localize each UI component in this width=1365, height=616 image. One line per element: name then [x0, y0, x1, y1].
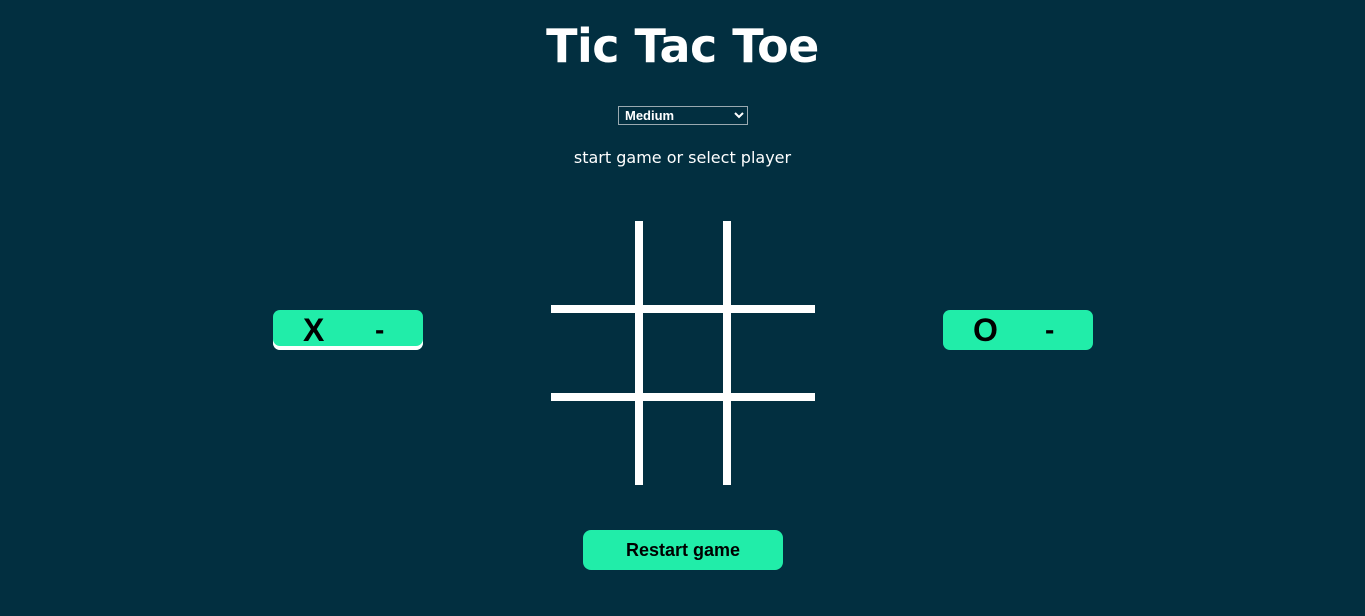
board-cell[interactable]	[727, 397, 815, 485]
board-cell[interactable]	[639, 309, 727, 397]
restart-game-button[interactable]: Restart game	[583, 530, 783, 570]
page-title: Tic Tac Toe	[546, 19, 819, 73]
board-cell[interactable]	[727, 309, 815, 397]
difficulty-select[interactable]: Medium	[618, 106, 748, 125]
board-cell[interactable]	[639, 397, 727, 485]
board-cell[interactable]	[551, 309, 639, 397]
player-o-score: -	[1045, 314, 1055, 345]
board-cell[interactable]	[551, 397, 639, 485]
game-status: start game or select player	[573, 148, 792, 167]
player-o-score-button[interactable]: O -	[943, 310, 1093, 350]
board-cell[interactable]	[727, 221, 815, 309]
board-cell[interactable]	[551, 221, 639, 309]
player-o-mark: O	[973, 312, 998, 348]
board-cell[interactable]	[639, 221, 727, 309]
game-page: Tic Tac Toe Medium start game or select …	[0, 0, 1365, 616]
game-board	[551, 221, 815, 485]
player-x-score: -	[375, 314, 385, 345]
player-x-score-button[interactable]: X -	[273, 310, 423, 350]
player-x-mark: X	[303, 312, 325, 348]
